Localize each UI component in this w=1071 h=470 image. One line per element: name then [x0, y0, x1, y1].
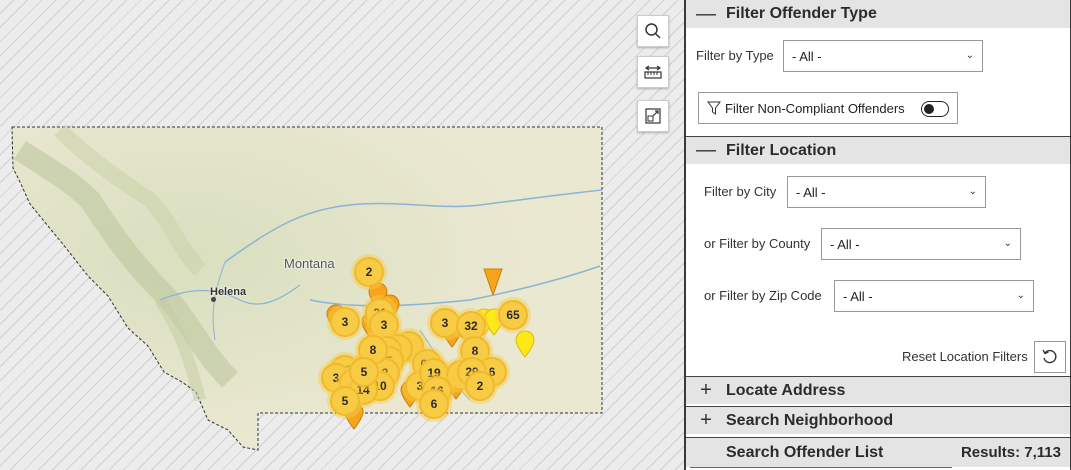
filter-county-value: - All - — [830, 236, 860, 252]
filter-zip-select[interactable]: - All - ⌄ — [834, 280, 1034, 312]
offender-cluster[interactable]: 3 — [330, 307, 360, 337]
filter-city-label: Filter by City — [704, 184, 777, 199]
filter-city-value: - All - — [796, 184, 826, 200]
measure-icon[interactable] — [637, 56, 669, 88]
overview-icon[interactable] — [637, 100, 669, 132]
collapse-icon[interactable]: — — [686, 139, 726, 162]
chevron-down-icon: ⌄ — [968, 186, 977, 197]
offender-list-title: Search Offender List — [726, 443, 884, 461]
map-view[interactable]: Montana Helena 2 21 3 3 3 32 65 8 — [0, 0, 684, 470]
noncompliant-toggle[interactable] — [921, 101, 949, 117]
locate-address-header[interactable]: + Locate Address — [686, 376, 1070, 404]
expand-icon[interactable]: + — [686, 379, 726, 402]
offender-cluster[interactable]: 6 — [419, 389, 449, 419]
reset-icon — [1042, 349, 1057, 364]
chevron-down-icon: ⌄ — [1016, 290, 1025, 301]
offender-cluster[interactable]: 65 — [498, 300, 528, 330]
filter-type-value: - All - — [792, 48, 822, 64]
filter-city-select[interactable]: - All - ⌄ — [787, 176, 986, 208]
reset-location-button[interactable] — [1034, 341, 1066, 373]
results-count: Results: 7,113 — [960, 444, 1061, 461]
filter-panel: — Filter Offender Type Filter by Type - … — [684, 0, 1071, 470]
offender-cluster[interactable]: 2 — [465, 371, 495, 401]
filter-county-select[interactable]: - All - ⌄ — [821, 228, 1021, 260]
offender-list-header[interactable]: Search Offender List Results: 7,113 — [686, 437, 1070, 467]
expand-icon[interactable]: + — [686, 409, 726, 432]
offender-pin-yellow[interactable] — [515, 330, 535, 358]
offender-cluster[interactable]: 5 — [330, 386, 360, 416]
search-neighborhood-header[interactable]: + Search Neighborhood — [686, 406, 1070, 434]
filter-type-title: Filter Offender Type — [726, 5, 877, 22]
chevron-down-icon: ⌄ — [1003, 238, 1012, 249]
chevron-down-icon: ⌄ — [965, 50, 974, 61]
state-label: Montana — [284, 256, 335, 271]
filter-location-header[interactable]: — Filter Location — [686, 136, 1070, 164]
search-neighborhood-title: Search Neighborhood — [726, 411, 894, 429]
offender-cluster[interactable]: 2 — [354, 257, 384, 287]
funnel-icon — [707, 101, 721, 115]
filter-type-select[interactable]: - All - ⌄ — [783, 40, 983, 72]
filter-location-title: Filter Location — [726, 141, 837, 159]
search-icon[interactable] — [637, 15, 669, 47]
filter-zip-value: - All - — [843, 288, 873, 304]
filter-type-label: Filter by Type — [696, 48, 774, 63]
offender-pin-orange[interactable] — [483, 268, 503, 296]
collapse-icon[interactable]: — — [686, 3, 726, 26]
noncompliant-filter[interactable]: Filter Non-Compliant Offenders — [698, 92, 958, 124]
filter-type-header[interactable]: — Filter Offender Type — [686, 0, 1070, 28]
filter-county-label: or Filter by County — [704, 236, 811, 251]
noncompliant-label: Filter Non-Compliant Offenders — [725, 100, 905, 116]
reset-location-label: Reset Location Filters — [902, 349, 1028, 364]
offender-cluster[interactable]: 5 — [349, 357, 379, 387]
filter-zip-label: or Filter by Zip Code — [704, 288, 822, 303]
city-label: Helena — [210, 286, 247, 298]
locate-address-title: Locate Address — [726, 381, 846, 399]
